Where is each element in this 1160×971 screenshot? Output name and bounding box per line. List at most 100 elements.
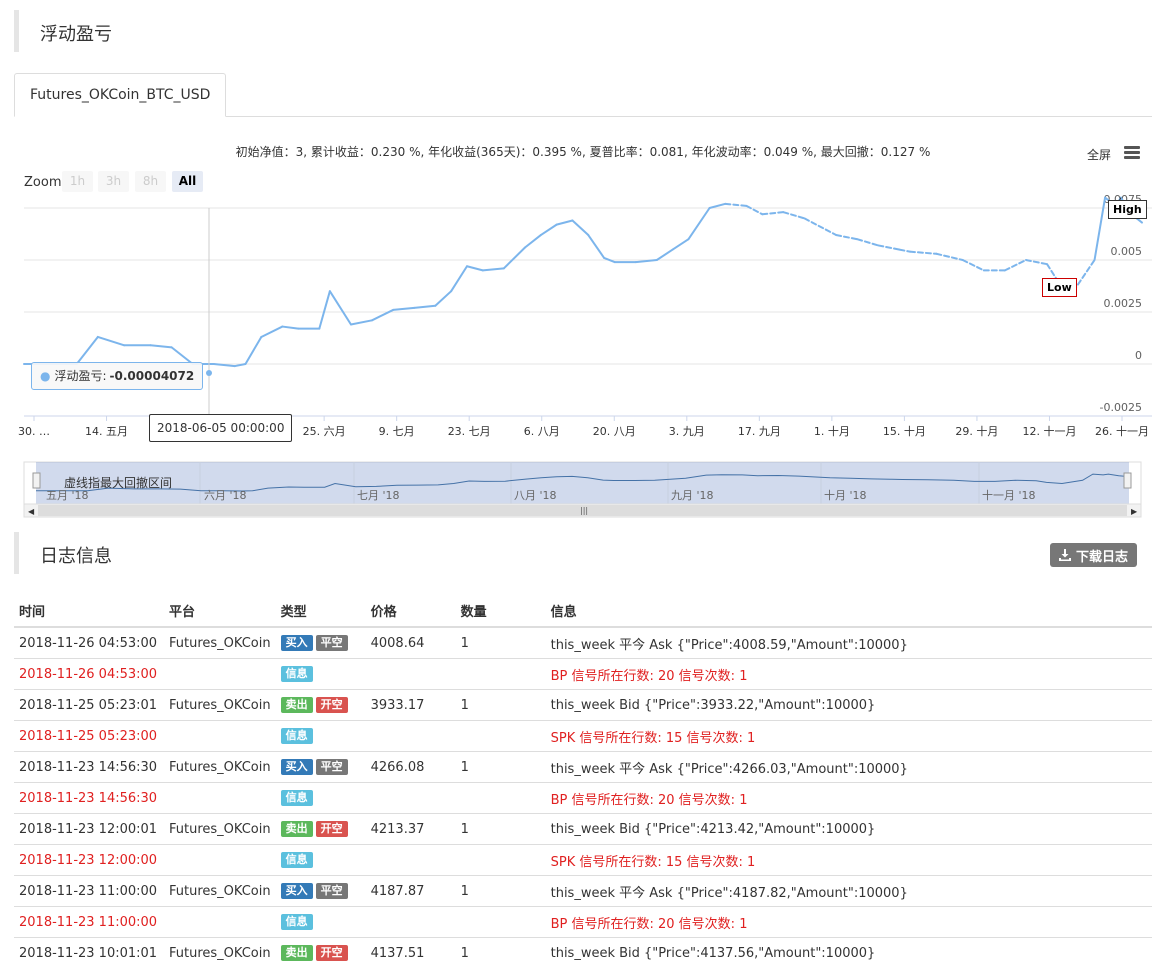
badge-info: 信息	[280, 914, 313, 930]
cell-amount: 1	[455, 813, 546, 845]
series-segment	[587, 234, 606, 259]
series-segment	[761, 211, 785, 216]
cell-info: this_week 平今 Ask {"Price":4008.59,"Amoun…	[545, 626, 1152, 659]
x-tick-label: 23. 七月	[448, 425, 491, 438]
table-row: 2018-11-23 12:00:01 Futures_OKCoin 卖出 开空 421…	[14, 813, 1152, 845]
section-title: 日志信息	[40, 546, 112, 567]
series-segment	[450, 265, 468, 293]
cell-time: 2018-11-25 05:23:01	[14, 689, 164, 721]
cell-type: 买入 平空	[275, 751, 366, 783]
y-tick-label: 0	[1135, 349, 1142, 362]
scrollbar-grip-icon: |||	[580, 506, 588, 515]
section-header-floating-pnl: 浮动盈亏	[14, 10, 1157, 52]
column-header-amount: 数量	[455, 595, 546, 628]
series-segment	[571, 219, 590, 237]
badge-cover: 平空	[315, 635, 348, 651]
cell-time: 2018-11-25 05:23:00	[14, 720, 164, 752]
badge-sell: 卖出	[280, 697, 313, 713]
cell-price: 4187.87	[365, 875, 456, 907]
series-segment	[1003, 259, 1027, 272]
navigator-month-label: 十一月 '18	[982, 489, 1036, 502]
series-segment	[856, 238, 880, 247]
cell-amount: 1	[455, 689, 546, 721]
y-tick-label: 0.005	[1111, 245, 1143, 258]
tab-bar: Futures_OKCoin_BTC_USD	[14, 73, 1152, 117]
series-segment	[724, 202, 748, 207]
scroll-left-arrow-icon: ◀	[28, 507, 35, 516]
cell-platform: Futures_OKCoin	[164, 626, 276, 659]
signal-row: 2018-11-26 04:53:00 信息 BP 信号所在行数: 20 信号次数:…	[14, 658, 1152, 690]
cell-price	[365, 782, 456, 814]
series-segment	[349, 319, 374, 326]
badge-cover: 平空	[315, 883, 348, 899]
series-segment	[1093, 196, 1107, 261]
series-segment	[655, 248, 674, 261]
navigator-month-label: 六月 '18	[204, 489, 247, 502]
tab-futures-okcoin-btc-usd[interactable]: Futures_OKCoin_BTC_USD	[14, 73, 227, 117]
series-segment	[555, 219, 574, 226]
series-segment	[671, 238, 690, 251]
series-segment	[745, 204, 764, 216]
badge-info: 信息	[280, 852, 313, 868]
chart-plot: 0.00750.0050.00250-0.0025 30. …14. 五月28.…	[18, 193, 1152, 518]
table-row: 2018-11-25 05:23:01 Futures_OKCoin 卖出 开空 393…	[14, 689, 1152, 721]
signal-row: 2018-11-25 05:23:00 信息 SPK 信号所在行数: 15 信号次数…	[14, 720, 1152, 752]
navigator-left-handle[interactable]	[32, 472, 41, 489]
low-flag: Low	[1042, 278, 1077, 297]
badge-buy: 买入	[280, 883, 313, 899]
cell-amount	[455, 720, 546, 752]
signal-row: 2018-11-23 12:00:00 信息 SPK 信号所在行数: 15 信号次数…	[14, 844, 1152, 876]
section-header-log: 日志信息 下载日志	[14, 532, 1157, 574]
x-tick-label: 6. 八月	[524, 425, 560, 438]
cell-type: 卖出 开空	[275, 937, 366, 968]
badge-info: 信息	[280, 790, 313, 806]
cell-info: SPK 信号所在行数: 15 信号次数: 1	[545, 844, 1152, 876]
x-tick-label: 9. 七月	[379, 425, 415, 438]
x-tick-label: 20. 八月	[593, 425, 636, 438]
y-tick-label: 0.0025	[1104, 297, 1143, 310]
badge-sell: 卖出	[280, 821, 313, 837]
series-segment	[539, 223, 558, 237]
series-segment	[465, 265, 484, 272]
navigator-right-handle[interactable]	[1123, 472, 1132, 489]
cell-price: 4008.64	[365, 626, 456, 659]
series-segment	[318, 290, 331, 330]
series-segment	[328, 290, 352, 326]
column-header-type: 类型	[275, 595, 366, 628]
cell-time: 2018-11-23 12:00:01	[14, 813, 164, 845]
cell-type: 信息	[275, 720, 366, 752]
cell-price: 4266.08	[365, 751, 456, 783]
table-row: 2018-11-23 11:00:00 Futures_OKCoin 买入 平空 418…	[14, 875, 1152, 907]
badge-open: 开空	[315, 697, 348, 713]
cell-amount	[455, 906, 546, 938]
download-log-button[interactable]: 下载日志	[1049, 543, 1137, 567]
cell-type: 信息	[275, 844, 366, 876]
cell-amount: 1	[455, 626, 546, 659]
series-segment	[371, 308, 395, 322]
series-segment	[96, 335, 126, 347]
series-segment	[392, 306, 416, 311]
series-segment	[502, 246, 526, 270]
cell-platform: Futures_OKCoin	[164, 813, 276, 845]
cell-type: 信息	[275, 782, 366, 814]
date-tooltip: 2018-06-05 00:00:00	[149, 414, 293, 442]
cell-amount: 1	[455, 875, 546, 907]
cell-price	[365, 720, 456, 752]
series-segment	[481, 267, 505, 272]
cell-platform: Futures_OKCoin	[164, 937, 276, 968]
x-tick-label: 14. 五月	[85, 425, 128, 438]
x-tick-label: 26. 十一月	[1095, 424, 1149, 438]
cell-type: 买入 平空	[275, 875, 366, 907]
cell-type: 卖出 开空	[275, 689, 366, 721]
pnl-series	[23, 196, 1143, 368]
cell-price	[365, 906, 456, 938]
cell-platform	[164, 906, 276, 938]
series-segment	[1024, 259, 1049, 266]
cell-info: this_week 平今 Ask {"Price":4266.03,"Amoun…	[545, 751, 1152, 783]
series-segment	[434, 290, 453, 307]
navigator-month-label: 九月 '18	[671, 489, 714, 502]
series-segment	[898, 248, 911, 253]
cell-time: 2018-11-23 10:01:01	[14, 937, 164, 968]
series-segment	[75, 335, 99, 365]
cell-amount	[455, 782, 546, 814]
